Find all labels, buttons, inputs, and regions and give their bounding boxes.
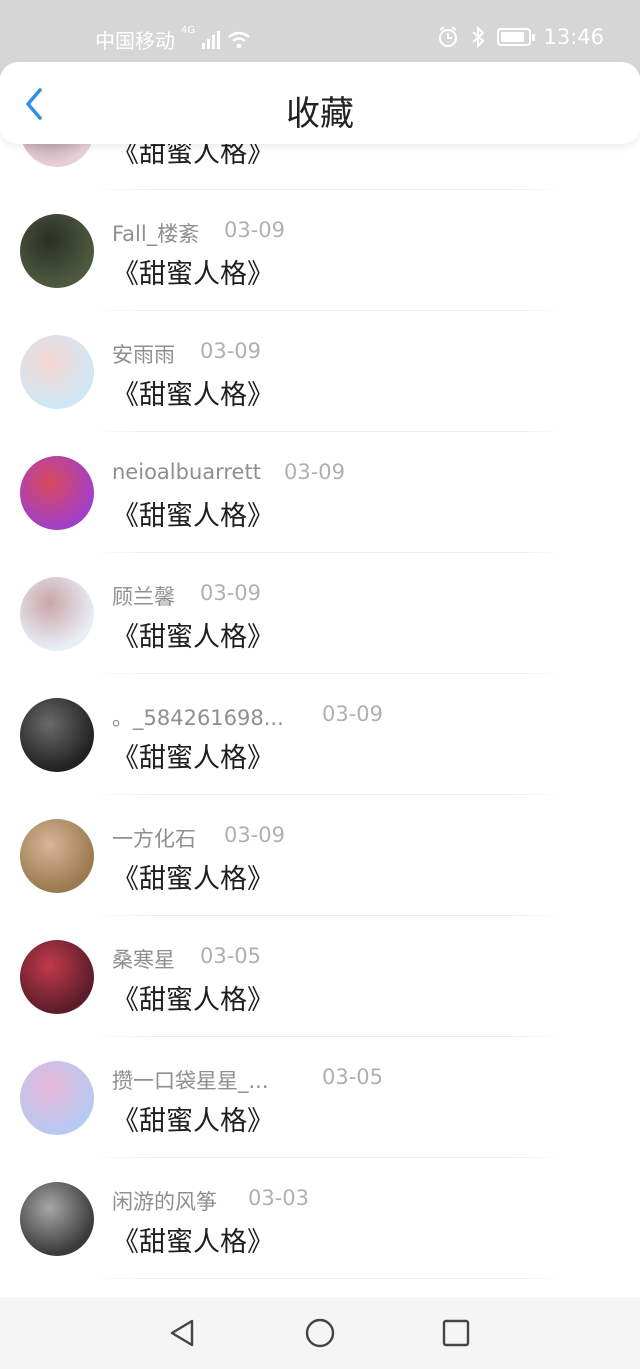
- username[interactable]: neioalbuarrett: [112, 460, 261, 484]
- nav-back-button[interactable]: [164, 1315, 200, 1351]
- item-meta: Fall_楼紊 03-09: [112, 218, 285, 248]
- item-meta: 顾兰馨 03-09: [112, 581, 261, 611]
- username[interactable]: 顾兰馨: [112, 585, 175, 609]
- list-item[interactable]: neioalbuarrett 03-09 《甜蜜人格》: [0, 432, 640, 553]
- screen: 中国移动 4G 13:46 《甜蜜人格》 Fall_楼紊 03-09 《甜蜜人格…: [0, 0, 640, 1369]
- username[interactable]: 桑寒星: [112, 948, 175, 972]
- alarm-icon: [439, 26, 458, 47]
- nav-recents-button[interactable]: [438, 1315, 474, 1351]
- novel-title[interactable]: 《甜蜜人格》: [112, 494, 274, 533]
- avatar[interactable]: [20, 335, 94, 409]
- network-label: 4G: [181, 25, 196, 36]
- date-label: 03-05: [322, 1065, 384, 1089]
- clock: 13:46: [543, 25, 604, 49]
- username[interactable]: 攒一口袋星星_...: [112, 1069, 269, 1093]
- avatar[interactable]: [20, 698, 94, 772]
- item-meta: 闲游的风筝 03-03: [112, 1186, 309, 1216]
- carrier-label: 中国移动: [95, 29, 175, 53]
- item-meta: 安雨雨 03-09: [112, 339, 261, 369]
- page-title: 收藏: [286, 94, 354, 134]
- battery-icon: [497, 28, 536, 46]
- avatar[interactable]: [20, 819, 94, 893]
- wifi-icon: [228, 31, 250, 48]
- username[interactable]: 。_584261698...: [112, 706, 284, 730]
- status-left: 中国移动 4G: [95, 25, 251, 54]
- circle-home-icon: [305, 1318, 335, 1348]
- list-item[interactable]: 。_584261698... 03-09 《甜蜜人格》: [0, 674, 640, 795]
- username[interactable]: Fall_楼紊: [112, 222, 199, 246]
- system-navbar: [0, 1297, 640, 1369]
- square-recents-icon: [442, 1319, 470, 1347]
- date-label: 03-09: [224, 823, 286, 847]
- date-label: 03-09: [284, 460, 346, 484]
- date-label: 03-09: [322, 702, 384, 726]
- username[interactable]: 一方化石: [112, 827, 196, 851]
- avatar[interactable]: [20, 1182, 94, 1256]
- date-label: 03-03: [248, 1186, 310, 1210]
- avatar[interactable]: [20, 1061, 94, 1135]
- novel-title[interactable]: 《甜蜜人格》: [112, 373, 274, 412]
- date-label: 03-09: [200, 339, 262, 363]
- nav-home-button[interactable]: [302, 1315, 338, 1351]
- status-right: 13:46: [437, 25, 604, 49]
- item-meta: 桑寒星 03-05: [112, 944, 261, 974]
- novel-title[interactable]: 《甜蜜人格》: [112, 252, 274, 291]
- item-meta: 攒一口袋星星_... 03-05: [112, 1065, 383, 1095]
- novel-title[interactable]: 《甜蜜人格》: [112, 1099, 274, 1138]
- signal-icon: [202, 30, 221, 49]
- novel-title[interactable]: 《甜蜜人格》: [112, 615, 274, 654]
- triangle-back-icon: [170, 1319, 194, 1347]
- username[interactable]: 闲游的风筝: [112, 1190, 217, 1214]
- date-label: 03-09: [224, 218, 286, 242]
- divider: [96, 1278, 564, 1279]
- date-label: 03-05: [200, 944, 262, 968]
- header: 收藏: [0, 62, 640, 144]
- avatar[interactable]: [20, 940, 94, 1014]
- favorites-list: 《甜蜜人格》 Fall_楼紊 03-09 《甜蜜人格》 安雨雨 03-09 《甜蜜人格》 ne…: [0, 93, 640, 1279]
- list-item[interactable]: 攒一口袋星星_... 03-05 《甜蜜人格》: [0, 1037, 640, 1158]
- avatar[interactable]: [20, 577, 94, 651]
- list-item[interactable]: Fall_楼紊 03-09 《甜蜜人格》: [0, 190, 640, 311]
- list-item[interactable]: 闲游的风筝 03-03 《甜蜜人格》: [0, 1158, 640, 1279]
- avatar[interactable]: [20, 214, 94, 288]
- novel-title[interactable]: 《甜蜜人格》: [112, 736, 274, 775]
- list-item[interactable]: 桑寒星 03-05 《甜蜜人格》: [0, 916, 640, 1037]
- battery-level: [501, 32, 524, 42]
- list-item[interactable]: 顾兰馨 03-09 《甜蜜人格》: [0, 553, 640, 674]
- item-meta: neioalbuarrett 03-09: [112, 460, 345, 484]
- avatar[interactable]: [20, 456, 94, 530]
- list-item[interactable]: 安雨雨 03-09 《甜蜜人格》: [0, 311, 640, 432]
- list-item[interactable]: 一方化石 03-09 《甜蜜人格》: [0, 795, 640, 916]
- item-meta: 一方化石 03-09: [112, 823, 285, 853]
- item-meta: 。_584261698... 03-09: [112, 702, 383, 732]
- bluetooth-icon: [472, 26, 485, 48]
- username[interactable]: 安雨雨: [112, 343, 175, 367]
- novel-title[interactable]: 《甜蜜人格》: [112, 1220, 274, 1259]
- novel-title[interactable]: 《甜蜜人格》: [112, 978, 274, 1017]
- novel-title[interactable]: 《甜蜜人格》: [112, 857, 274, 896]
- date-label: 03-09: [200, 581, 262, 605]
